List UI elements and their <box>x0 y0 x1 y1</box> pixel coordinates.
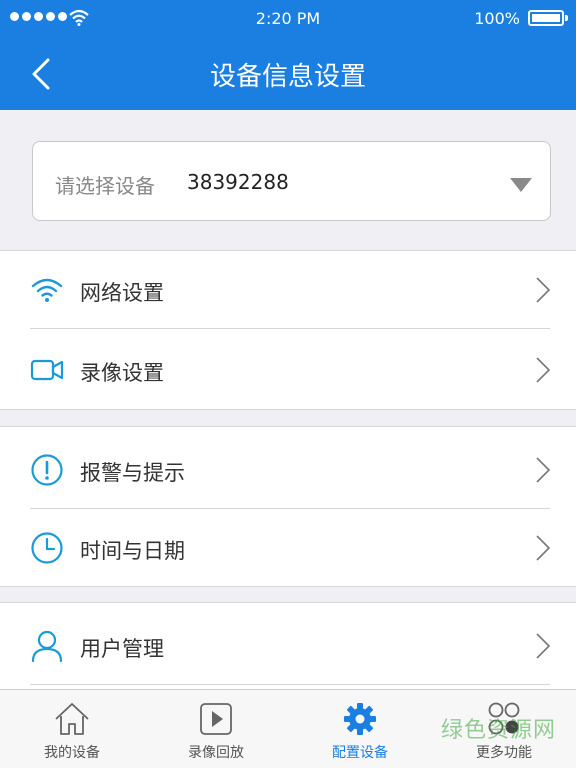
wifi-icon <box>31 278 63 302</box>
tab-playback[interactable]: 录像回放 <box>144 690 288 768</box>
menu-item-datetime[interactable]: 时间与日期 <box>0 509 576 587</box>
gear-icon <box>344 703 376 735</box>
menu-item-record[interactable]: 录像设置 <box>0 331 576 409</box>
menu-item-network-label: 网络设置 <box>80 281 164 305</box>
chevron-right-icon <box>536 277 551 303</box>
watermark-text: 绿色资源网 <box>440 718 556 743</box>
settings-group-users: 用户管理 <box>0 602 576 702</box>
battery-icon <box>528 10 568 26</box>
nav-bar: 设备信息设置 <box>0 36 576 110</box>
chevron-right-icon <box>536 535 551 561</box>
device-select-dropdown[interactable]: 请选择设备 38392288 <box>32 141 551 221</box>
device-select-value: 38392288 <box>187 170 289 194</box>
chevron-right-icon <box>536 457 551 483</box>
row-divider <box>30 684 550 685</box>
menu-item-network[interactable]: 网络设置 <box>0 251 576 329</box>
device-select-label: 请选择设备 <box>55 174 155 198</box>
clock-icon <box>31 532 63 564</box>
menu-item-record-label: 录像设置 <box>80 361 164 385</box>
tab-configure[interactable]: 配置设备 <box>288 690 432 768</box>
dropdown-arrow-icon <box>510 178 532 192</box>
row-divider <box>30 328 550 329</box>
video-camera-icon <box>30 359 64 381</box>
settings-group-device: 网络设置 录像设置 <box>0 250 576 410</box>
tab-label: 我的设备 <box>44 745 100 761</box>
menu-item-users-label: 用户管理 <box>80 637 164 661</box>
menu-item-users[interactable]: 用户管理 <box>0 607 576 685</box>
tab-label: 更多功能 <box>476 745 532 761</box>
alert-icon <box>31 454 63 486</box>
chevron-right-icon <box>536 357 551 383</box>
tab-my-devices[interactable]: 我的设备 <box>0 690 144 768</box>
chevron-right-icon <box>536 633 551 659</box>
status-bar: 2:20 PM 100% <box>0 0 576 36</box>
menu-item-datetime-label: 时间与日期 <box>80 539 185 563</box>
battery-percent: 100% <box>474 9 520 28</box>
settings-group-system: 报警与提示 时间与日期 <box>0 426 576 587</box>
home-icon <box>55 703 89 735</box>
menu-item-alarm[interactable]: 报警与提示 <box>0 431 576 509</box>
tab-label: 录像回放 <box>188 745 244 761</box>
user-icon <box>31 630 63 663</box>
tab-label: 配置设备 <box>332 745 388 761</box>
page-title: 设备信息设置 <box>209 62 366 92</box>
play-icon <box>200 703 232 735</box>
menu-item-alarm-label: 报警与提示 <box>80 461 185 485</box>
